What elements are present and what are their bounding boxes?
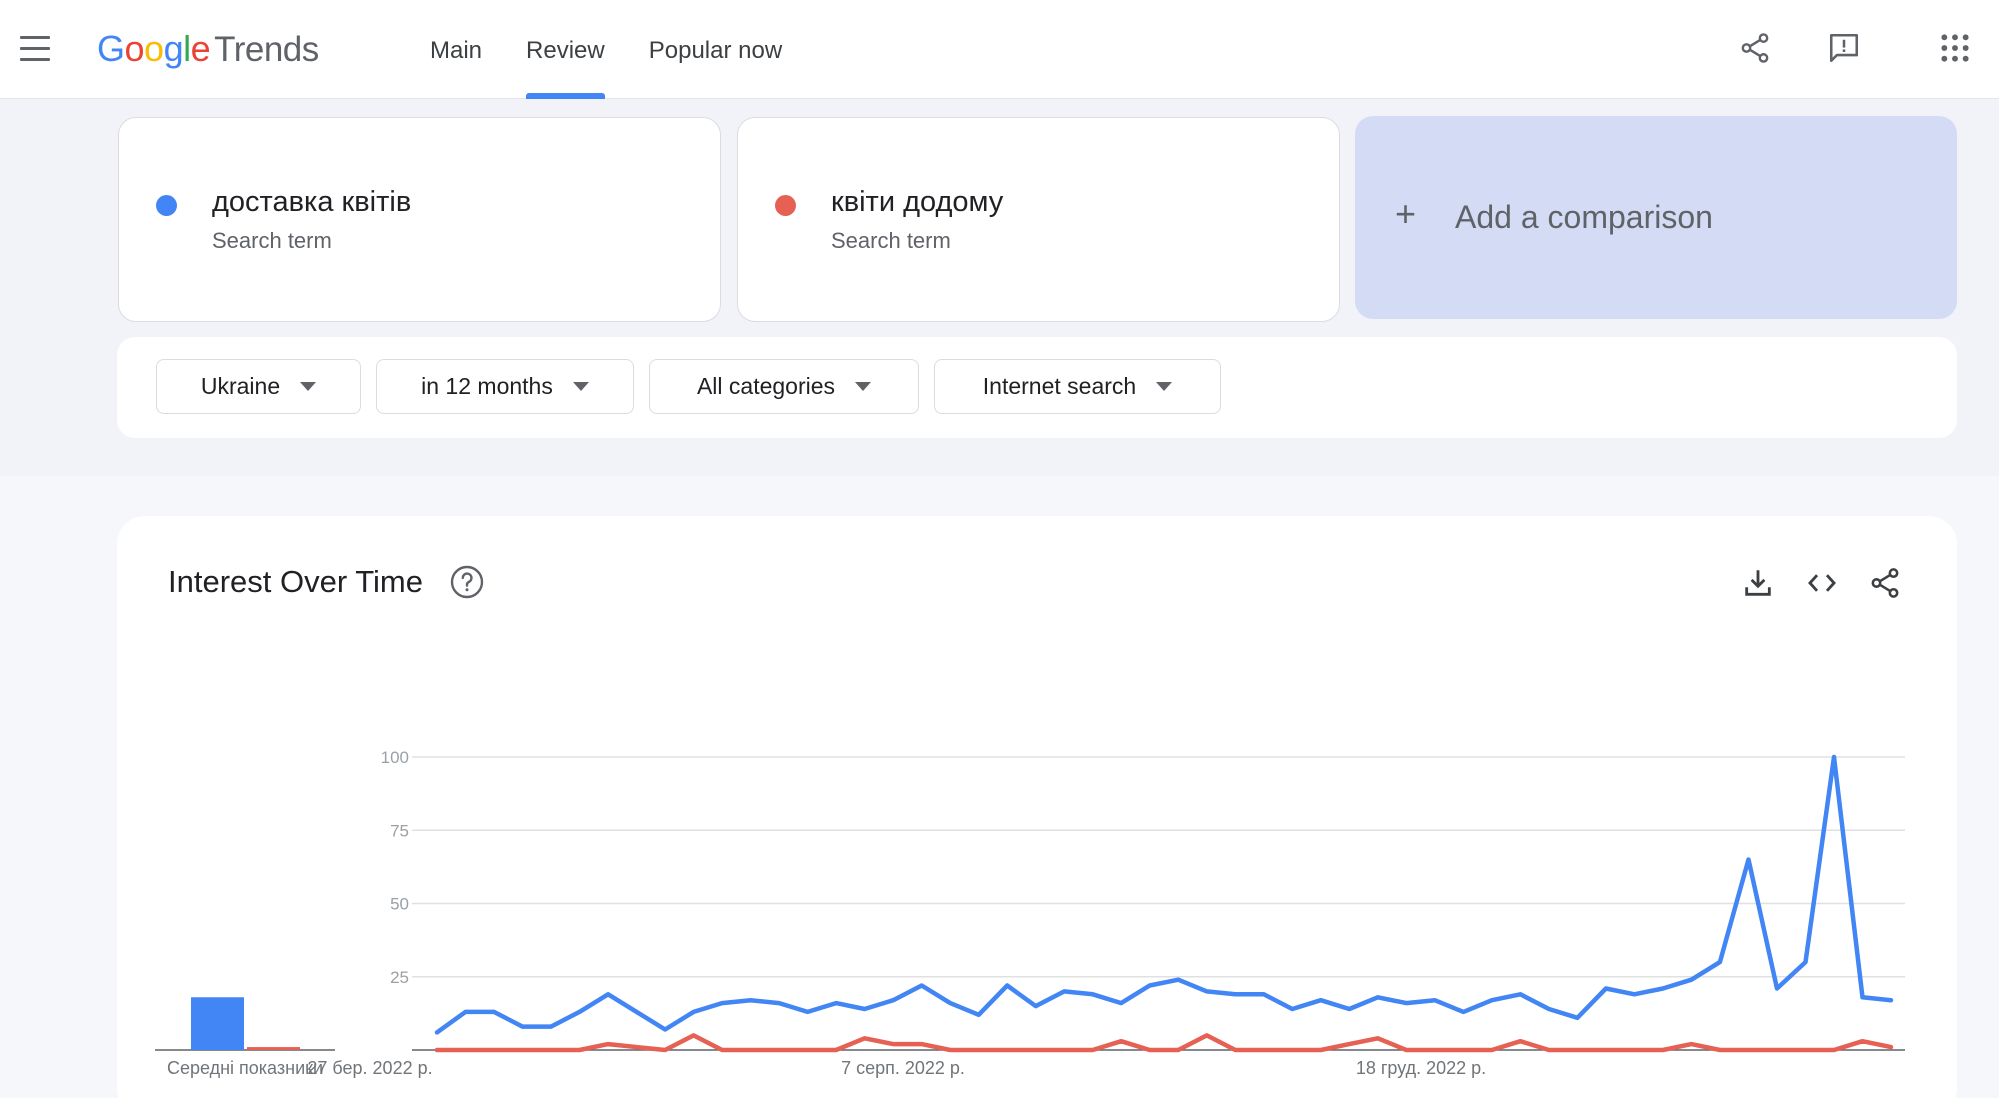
search-term-card-1[interactable]: доставка квітів Search term (118, 117, 721, 322)
time-range-dropdown[interactable]: in 12 months (376, 359, 634, 414)
feedback-icon[interactable] (1824, 28, 1864, 68)
x-tick-label: 18 груд. 2022 р. (1356, 1058, 1486, 1078)
search-type-dropdown[interactable]: Internet search (934, 359, 1221, 414)
tab-popular-now[interactable]: Popular now (627, 0, 804, 99)
series-color-dot (156, 195, 177, 216)
search-term-card-2[interactable]: квіти додому Search term (737, 117, 1340, 322)
y-tick-label: 50 (390, 895, 409, 914)
y-tick-label: 100 (381, 748, 409, 767)
y-tick-label: 75 (390, 821, 409, 840)
add-comparison-button[interactable]: + Add a comparison (1355, 116, 1957, 319)
interest-over-time-card: Interest Over Time 100 75 50 25 Середні пока… (117, 516, 1957, 1098)
tab-review[interactable]: Review (504, 0, 627, 99)
average-bar (247, 1047, 300, 1050)
plus-icon: + (1395, 193, 1417, 234)
term-name: квіти додому (831, 186, 1004, 218)
x-tick-label: 27 бер. 2022 р. (307, 1058, 432, 1078)
series-color-dot (775, 195, 796, 216)
caret-down-icon (855, 382, 872, 391)
averages-label: Середні показники (167, 1058, 323, 1078)
region-dropdown[interactable]: Ukraine (156, 359, 361, 414)
google-trends-logo[interactable]: Google Trends (97, 28, 319, 72)
share-icon[interactable] (1735, 28, 1775, 68)
caret-down-icon (572, 382, 589, 391)
term-type: Search term (212, 228, 332, 253)
caret-down-icon (1156, 382, 1173, 391)
caret-down-icon (300, 382, 317, 391)
apps-icon[interactable] (1935, 28, 1975, 68)
x-tick-label: 7 серп. 2022 р. (841, 1058, 965, 1078)
term-type: Search term (831, 228, 951, 253)
average-bar (191, 997, 244, 1050)
term-name: доставка квітів (212, 186, 412, 218)
y-tick-label: 25 (390, 968, 409, 987)
main-nav: Main Review Popular now (408, 0, 804, 99)
top-app-bar: Google Trends Main Review Popular now (0, 0, 1999, 99)
filter-bar: Ukraine in 12 months All categories Inte… (117, 337, 1957, 438)
category-dropdown[interactable]: All categories (649, 359, 919, 414)
menu-icon[interactable] (18, 36, 52, 62)
series-line-2 (434, 1033, 1894, 1053)
tab-main[interactable]: Main (408, 0, 504, 99)
series-line-1 (434, 754, 1894, 1035)
interest-over-time-chart: 100 75 50 25 Середні показники27 бер. 2022 р… (155, 748, 1905, 1078)
add-comparison-label: Add a comparison (1455, 199, 1713, 235)
